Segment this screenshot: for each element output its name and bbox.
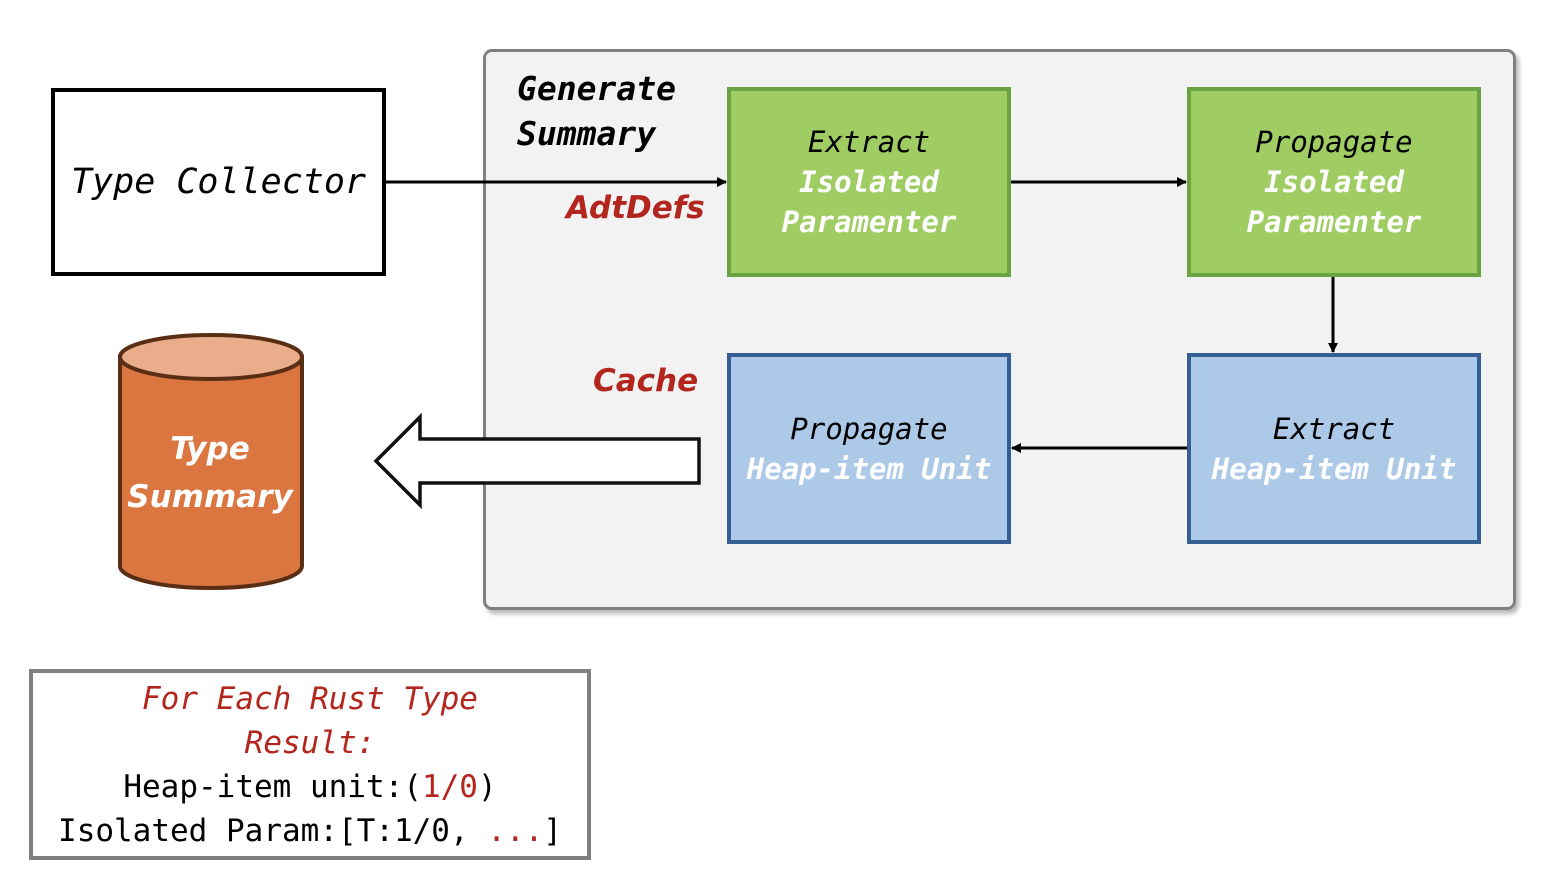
param-prefix: Isolated Param:[T:1/0, [58, 813, 488, 849]
type-summary-line1: Type [170, 431, 250, 467]
node-line1: Extract [1272, 411, 1396, 446]
node-line3: Paramenter [781, 205, 957, 239]
heap-suffix: ) [477, 769, 497, 805]
heap-item-unit-line: Heap-item unit:(1/0) [33, 765, 587, 809]
type-collector-label: Type Collector [70, 162, 366, 202]
param-suffix: ] [543, 813, 562, 849]
node-line2: Heap-item Unit [1211, 451, 1457, 486]
result-legend-box: For Each Rust Type Result: Heap-item uni… [29, 669, 591, 860]
propagate-heap-item-unit-node: Propagate Heap-item Unit [727, 353, 1011, 544]
propagate-isolated-parameter-node: Propagate Isolated Paramenter [1187, 87, 1481, 277]
param-ellipsis: ... [487, 813, 544, 849]
heap-value: 1/0 [421, 769, 478, 805]
result-heading: For Each Rust Type [142, 681, 478, 717]
node-line2: Isolated [1264, 165, 1404, 199]
adtdefs-label: AdtDefs [566, 190, 705, 226]
result-subheading: Result: [244, 725, 376, 761]
isolated-param-line: Isolated Param:[T:1/0, ...] [33, 809, 587, 853]
type-summary-label: Type Summary [110, 425, 310, 521]
extract-isolated-parameter-node: Extract Isolated Paramenter [727, 87, 1011, 277]
extract-heap-item-unit-node: Extract Heap-item Unit [1187, 353, 1481, 544]
cache-label: Cache [593, 363, 699, 399]
type-collector-node: Type Collector [51, 88, 386, 276]
type-summary-line2: Summary [127, 479, 293, 515]
node-line1: Propagate [1255, 125, 1413, 159]
cache-output-arrow [373, 412, 701, 510]
node-line2: Heap-item Unit [746, 451, 992, 486]
node-line3: Paramenter [1246, 205, 1422, 239]
node-line1: Propagate [790, 411, 948, 446]
node-line2: Isolated [799, 165, 939, 199]
node-line1: Extract [807, 125, 931, 159]
heap-prefix: Heap-item unit:( [123, 769, 422, 805]
